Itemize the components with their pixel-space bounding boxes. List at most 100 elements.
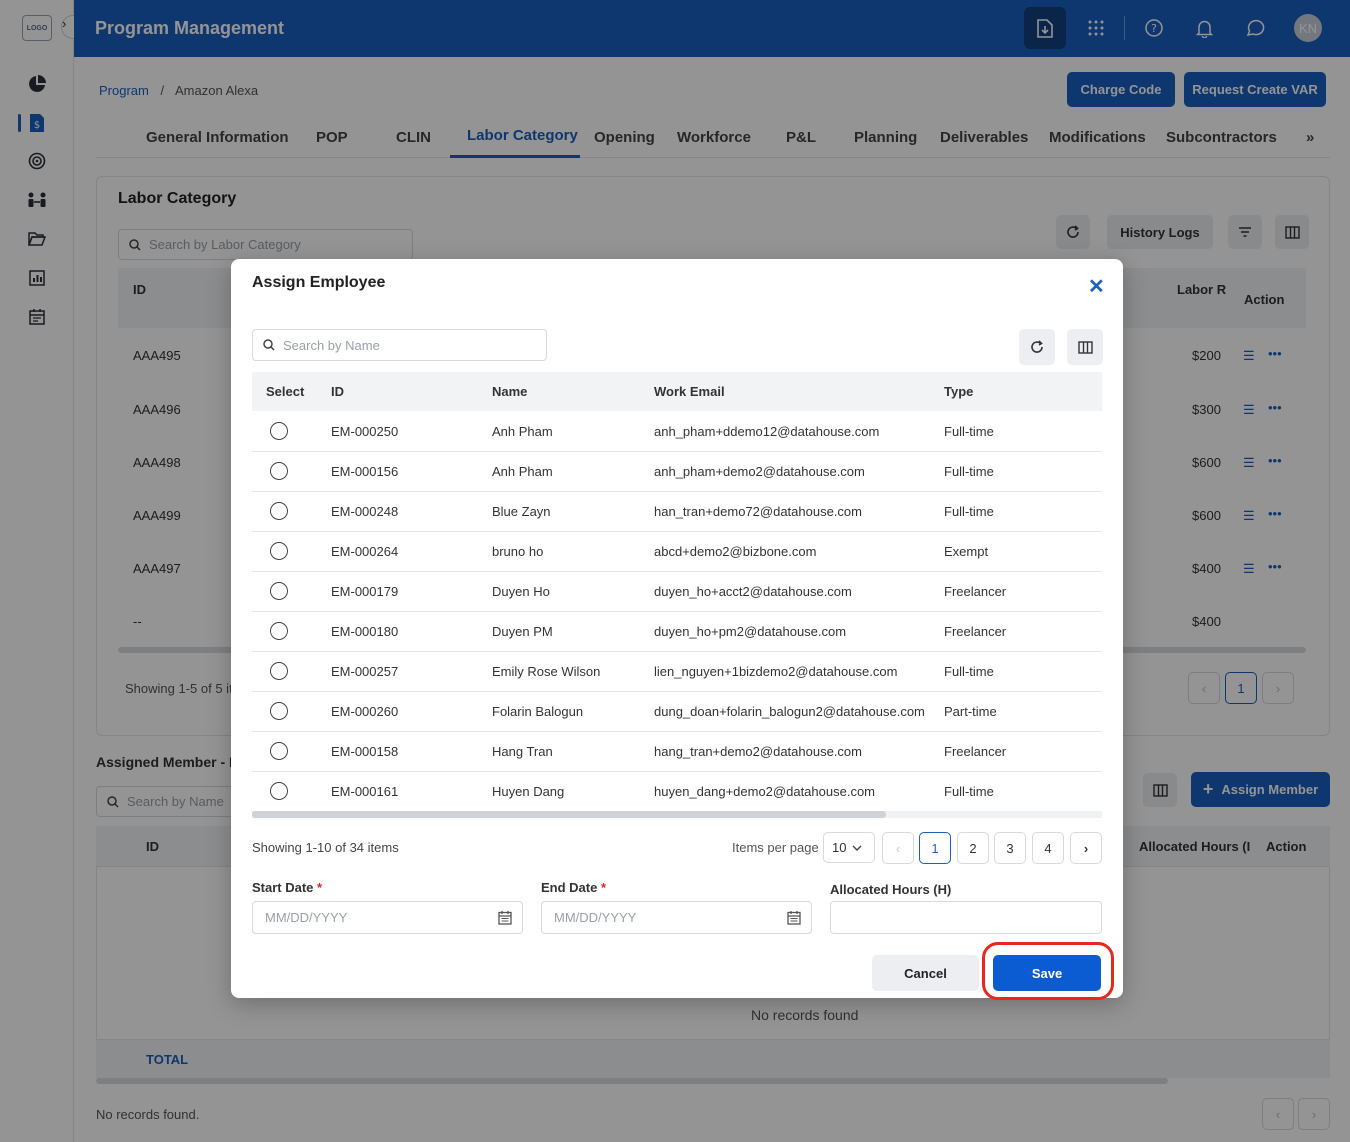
table-row[interactable]: EM-000264 bruno ho abcd+demo2@bizbone.co…: [252, 532, 1102, 572]
modal-refresh-button[interactable]: [1019, 329, 1055, 365]
table-row[interactable]: EM-000248 Blue Zayn han_tran+demo72@data…: [252, 492, 1102, 532]
employee-name: Emily Rose Wilson: [492, 664, 601, 679]
employee-email: anh_pham+demo2@datahouse.com: [654, 464, 865, 479]
chevron-left-icon: ‹: [895, 840, 901, 856]
employee-name: Folarin Balogun: [492, 704, 584, 719]
employee-name: Huyen Dang: [492, 784, 565, 799]
table-row[interactable]: EM-000180 Duyen PM duyen_ho+pm2@datahous…: [252, 612, 1102, 652]
columns-icon: [1077, 340, 1093, 354]
employee-email: duyen_ho+acct2@datahouse.com: [654, 584, 852, 599]
cancel-button[interactable]: Cancel: [872, 955, 979, 991]
select-radio[interactable]: [270, 742, 288, 760]
select-radio[interactable]: [270, 422, 288, 440]
save-button[interactable]: Save: [993, 955, 1101, 991]
chevron-down-icon: [852, 845, 862, 851]
modal-columns-button[interactable]: [1067, 329, 1103, 365]
end-date-label: End Date *: [541, 880, 606, 895]
required-asterisk: *: [600, 880, 607, 895]
employee-type: Full-time: [944, 424, 994, 439]
col-name: Name: [492, 384, 528, 399]
items-per-page-select[interactable]: 10: [823, 832, 875, 863]
end-date-input[interactable]: MM/DD/YYYY: [541, 901, 812, 934]
employee-name: bruno ho: [492, 544, 544, 559]
employee-type: Full-time: [944, 664, 994, 679]
select-radio[interactable]: [270, 462, 288, 480]
select-radio[interactable]: [270, 702, 288, 720]
employee-table-header: Select ID Name Work Email Type: [252, 372, 1102, 411]
employee-id: EM-000248: [331, 504, 399, 519]
employee-id: EM-000158: [331, 744, 399, 759]
employee-name: Duyen PM: [492, 624, 553, 639]
page-button-4[interactable]: 4: [1032, 832, 1064, 864]
page-button-3[interactable]: 3: [994, 832, 1026, 864]
employee-email: huyen_dang+demo2@datahouse.com: [654, 784, 875, 799]
employee-type: Full-time: [944, 464, 994, 479]
allocated-hours-input[interactable]: [830, 901, 1102, 934]
col-work-email: Work Email: [654, 384, 725, 399]
employee-search-placeholder: Search by Name: [283, 337, 380, 353]
table-row[interactable]: EM-000179 Duyen Ho duyen_ho+acct2@dataho…: [252, 572, 1102, 612]
col-type: Type: [944, 384, 974, 399]
scrollbar-thumb[interactable]: [252, 811, 886, 818]
employee-name: Hang Tran: [492, 744, 553, 759]
table-row[interactable]: EM-000158 Hang Tran hang_tran+demo2@data…: [252, 732, 1102, 772]
table-row[interactable]: EM-000156 Anh Pham anh_pham+demo2@dataho…: [252, 452, 1102, 492]
table-row[interactable]: EM-000250 Anh Pham anh_pham+ddemo12@data…: [252, 412, 1102, 452]
showing-items-text: Showing 1-10 of 34 items: [252, 840, 399, 855]
employee-email: abcd+demo2@bizbone.com: [654, 544, 817, 559]
table-row[interactable]: EM-000161 Huyen Dang huyen_dang+demo2@da…: [252, 772, 1102, 812]
employee-email: dung_doan+folarin_balogun2@datahouse.com: [654, 704, 925, 719]
calendar-icon[interactable]: [498, 910, 512, 925]
employee-table-scrollbar[interactable]: [252, 811, 1102, 818]
employee-name: Anh Pham: [492, 424, 553, 439]
end-date-label-text: End Date: [541, 880, 598, 895]
assign-employee-modal: Assign Employee ✕ Search by Name Select …: [231, 259, 1123, 998]
employee-id: EM-000257: [331, 664, 399, 679]
select-radio[interactable]: [270, 582, 288, 600]
chevron-right-icon: ›: [1083, 840, 1089, 856]
employee-id: EM-000260: [331, 704, 399, 719]
start-date-placeholder: MM/DD/YYYY: [265, 910, 348, 925]
employee-type: Freelancer: [944, 744, 1007, 759]
col-id: ID: [331, 384, 344, 399]
select-radio[interactable]: [270, 622, 288, 640]
employee-name: Anh Pham: [492, 464, 553, 479]
table-row[interactable]: EM-000260 Folarin Balogun dung_doan+fola…: [252, 692, 1102, 732]
employee-id: EM-000264: [331, 544, 399, 559]
employee-id: EM-000161: [331, 784, 399, 799]
employee-email: lien_nguyen+1bizdemo2@datahouse.com: [654, 664, 898, 679]
employee-name: Blue Zayn: [492, 504, 551, 519]
next-page-button[interactable]: ›: [1070, 832, 1102, 864]
employee-id: EM-000180: [331, 624, 399, 639]
items-per-page-value: 10: [832, 840, 847, 855]
page-button-1[interactable]: 1: [919, 832, 951, 864]
required-asterisk: *: [317, 880, 323, 895]
employee-type: Part-time: [944, 704, 997, 719]
employee-type: Freelancer: [944, 624, 1007, 639]
employee-type: Full-time: [944, 504, 994, 519]
page-button-2[interactable]: 2: [957, 832, 989, 864]
start-date-label: Start Date *: [252, 880, 322, 895]
employee-id: EM-000156: [331, 464, 399, 479]
select-radio[interactable]: [270, 502, 288, 520]
table-row[interactable]: EM-000257 Emily Rose Wilson lien_nguyen+…: [252, 652, 1102, 692]
allocated-hours-label: Allocated Hours (H): [830, 882, 952, 897]
employee-email: han_tran+demo72@datahouse.com: [654, 504, 862, 519]
prev-page-button[interactable]: ‹: [882, 832, 914, 864]
select-radio[interactable]: [270, 782, 288, 800]
start-date-input[interactable]: MM/DD/YYYY: [252, 901, 523, 934]
start-date-label-text: Start Date: [252, 880, 314, 895]
employee-name: Duyen Ho: [492, 584, 550, 599]
items-per-page-label: Items per page: [732, 840, 819, 855]
employee-type: Exempt: [944, 544, 989, 559]
close-icon[interactable]: ✕: [1088, 274, 1105, 299]
employee-email: hang_tran+demo2@datahouse.com: [654, 744, 862, 759]
modal-title: Assign Employee: [252, 274, 386, 291]
select-radio[interactable]: [270, 662, 288, 680]
employee-id: EM-000179: [331, 584, 399, 599]
employee-email: duyen_ho+pm2@datahouse.com: [654, 624, 847, 639]
employee-search-input[interactable]: Search by Name: [252, 329, 547, 361]
select-radio[interactable]: [270, 542, 288, 560]
col-select: Select: [266, 384, 305, 399]
calendar-icon[interactable]: [787, 910, 801, 925]
